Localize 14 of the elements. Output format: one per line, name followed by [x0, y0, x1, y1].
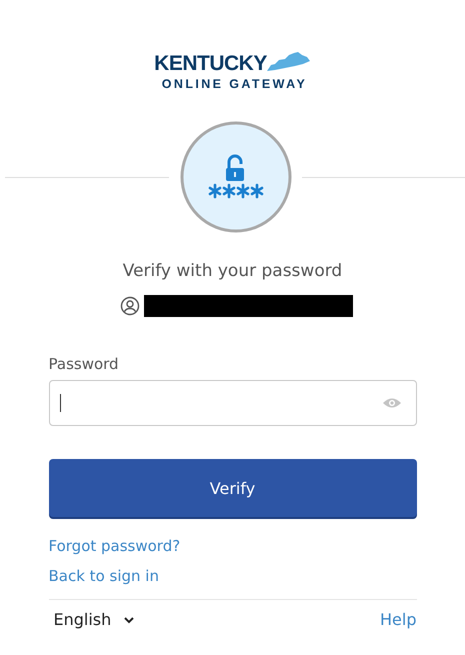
user-icon [120, 296, 140, 316]
eye-icon[interactable] [382, 397, 402, 409]
logo-subtitle: ONLINE GATEWAY [160, 76, 308, 92]
text-link[interactable]: Back to sign in [48, 567, 159, 585]
verify-button[interactable]: Verify [48, 459, 416, 517]
password-field[interactable] [48, 380, 416, 426]
help-link[interactable]: Help [380, 610, 416, 629]
page-title: Verify with your password [122, 261, 342, 281]
field-label: Password [48, 355, 120, 373]
text-link[interactable]: Forgot password? [48, 537, 180, 555]
logo-wordmark: KENTUCKY [154, 53, 267, 75]
language-select[interactable]: English [48, 610, 136, 629]
padlock-icon [180, 121, 292, 233]
chevron-down-icon [123, 616, 136, 624]
